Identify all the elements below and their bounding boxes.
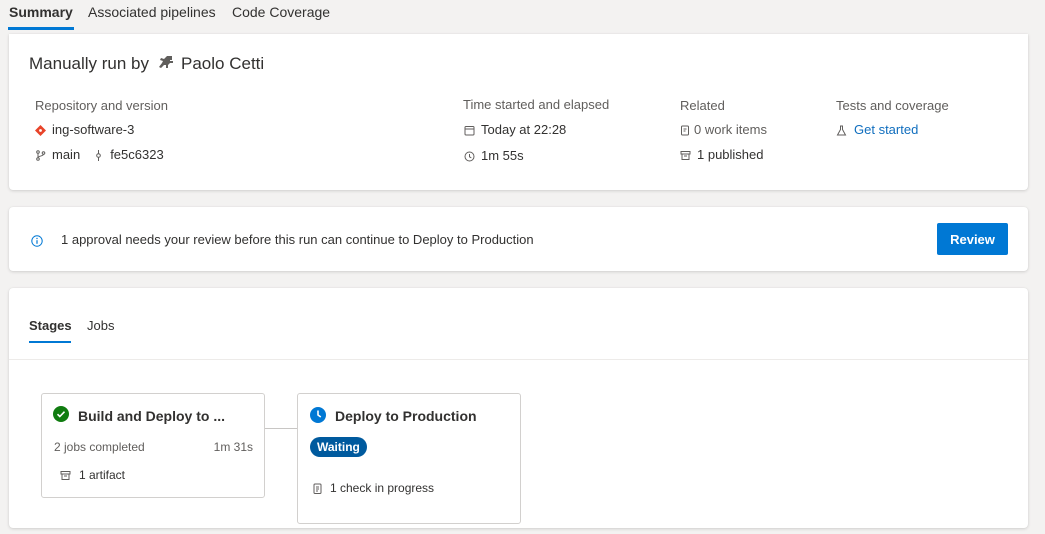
stage-duration: 1m 31s — [213, 440, 253, 454]
flask-icon — [836, 124, 847, 136]
commit-hash[interactable]: fe5c6323 — [110, 147, 164, 162]
run-user[interactable]: Paolo Cetti — [181, 54, 264, 73]
branch-name[interactable]: main — [52, 147, 80, 162]
stage-name: Build and Deploy to ... — [78, 408, 225, 424]
success-check-icon — [53, 406, 69, 427]
published-text: 1 published — [697, 147, 764, 162]
waiting-clock-icon — [310, 407, 326, 428]
artifact-icon — [60, 470, 71, 481]
repo-link[interactable]: ing-software-3 — [34, 122, 135, 137]
time-started: Today at 22:28 — [464, 122, 566, 137]
repo-name: ing-software-3 — [52, 122, 135, 137]
run-title: Manually run by Paolo Cetti — [29, 54, 264, 76]
tab-associated-pipelines[interactable]: Associated pipelines — [88, 4, 216, 20]
work-item-icon — [680, 124, 691, 136]
stage-connector — [265, 428, 298, 429]
status-badge: Waiting — [310, 437, 367, 457]
approval-banner: 1 approval needs your review before this… — [9, 207, 1028, 271]
stage-name: Deploy to Production — [335, 408, 477, 424]
branch-icon — [35, 149, 46, 161]
published-artifacts[interactable]: 1 published — [680, 147, 764, 162]
clock-icon — [464, 150, 475, 162]
stages-card: Stages Jobs Build and Deploy to ... 2 jo… — [9, 288, 1028, 528]
checklist-icon — [312, 483, 323, 494]
git-repo-icon — [34, 124, 47, 137]
tests-heading: Tests and coverage — [836, 98, 949, 113]
started-text: Today at 22:28 — [481, 122, 567, 137]
approval-message: 1 approval needs your review before this… — [61, 232, 534, 247]
time-elapsed: 1m 55s — [464, 148, 524, 163]
elapsed-text: 1m 55s — [481, 148, 524, 163]
review-button[interactable]: Review — [937, 223, 1008, 255]
tab-code-coverage[interactable]: Code Coverage — [232, 4, 330, 20]
commit-icon — [93, 149, 104, 161]
get-started-link[interactable]: Get started — [836, 122, 918, 137]
work-items[interactable]: 0 work items — [680, 122, 767, 137]
top-nav: Summary Associated pipelines Code Covera… — [0, 0, 1045, 30]
run-summary-card: Manually run by Paolo Cetti Repository an… — [9, 34, 1028, 190]
related-heading: Related — [680, 98, 725, 113]
stage-card-deploy[interactable]: Deploy to Production Waiting 1 check in … — [297, 393, 521, 524]
avatar-icon[interactable] — [157, 55, 175, 76]
get-started-text: Get started — [854, 122, 919, 137]
stage-artifact[interactable]: 1 artifact — [60, 468, 125, 482]
active-subtab-indicator — [29, 341, 71, 343]
branch-commit: main fe5c6323 — [35, 147, 164, 162]
divider — [9, 359, 1028, 360]
active-tab-indicator — [8, 27, 74, 30]
info-icon — [31, 234, 43, 252]
jobs-completed: 2 jobs completed — [54, 440, 145, 454]
calendar-icon — [464, 124, 475, 136]
stage-check[interactable]: 1 check in progress — [312, 481, 434, 495]
check-text: 1 check in progress — [330, 481, 435, 495]
work-items-text: 0 work items — [694, 122, 767, 137]
stage-card-build[interactable]: Build and Deploy to ... 2 jobs completed… — [41, 393, 265, 498]
tab-summary[interactable]: Summary — [9, 4, 73, 20]
time-heading: Time started and elapsed — [463, 97, 610, 112]
artifact-icon — [680, 149, 691, 160]
artifact-text: 1 artifact — [79, 468, 126, 482]
repo-heading: Repository and version — [35, 98, 168, 113]
tab-jobs[interactable]: Jobs — [87, 318, 114, 333]
tab-stages[interactable]: Stages — [29, 318, 72, 333]
run-prefix: Manually run by — [29, 54, 150, 73]
